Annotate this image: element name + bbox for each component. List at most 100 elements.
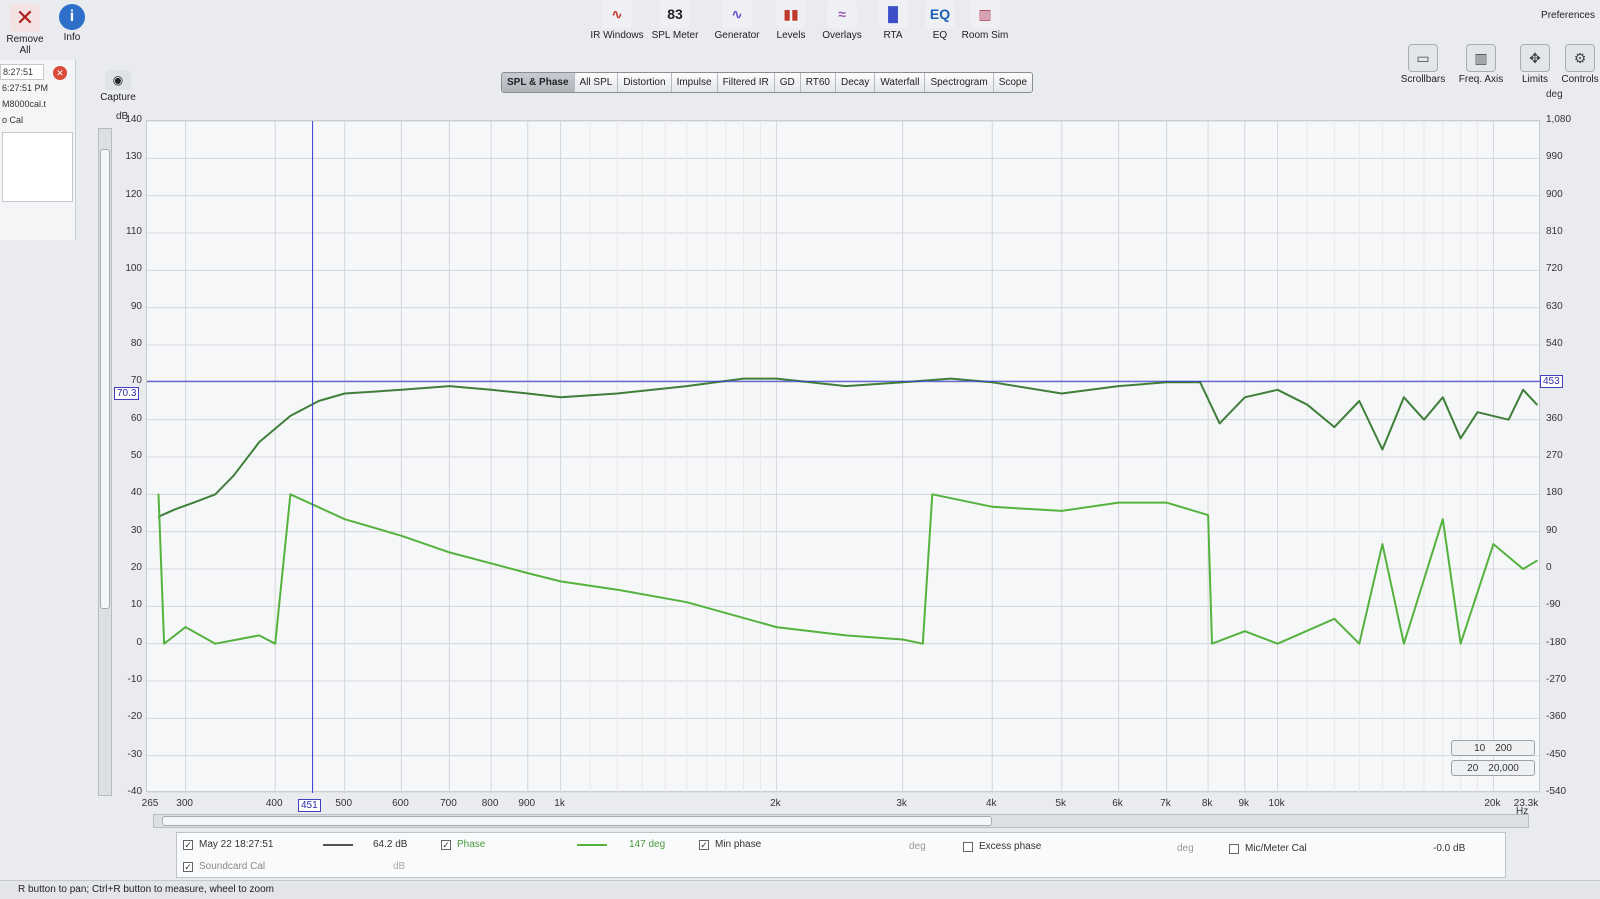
tab-decay[interactable]: Decay	[835, 73, 876, 92]
horizontal-scrollbar[interactable]	[153, 814, 1529, 828]
phase-point	[157, 493, 160, 496]
y2-tick-label: 180	[1546, 487, 1563, 499]
tab-filtered-ir[interactable]: Filtered IR	[717, 73, 775, 92]
spl-point	[214, 493, 217, 496]
legend-measurement[interactable]: ✓ May 22 18:27:51	[183, 839, 274, 850]
tab-all-spl[interactable]: All SPL	[574, 73, 619, 92]
capture-button[interactable]: ◉ Capture	[96, 70, 140, 103]
x-tick-label: 20k	[1484, 798, 1501, 809]
spl-meter-button[interactable]: 83 SPL Meter	[647, 0, 703, 41]
tab-impulse[interactable]: Impulse	[671, 73, 718, 92]
legend-soundcard-cal[interactable]: ✓ Soundcard Cal	[183, 861, 265, 872]
vertical-scrollbar[interactable]	[98, 128, 112, 796]
y-tick-label: 110	[126, 226, 142, 237]
checkbox-icon[interactable]	[963, 841, 973, 852]
scrollbars-label: Scrollbars	[1400, 74, 1446, 85]
cursor-db-readout: 70.3	[114, 387, 140, 400]
tab-spectrogram[interactable]: Spectrogram	[925, 73, 994, 92]
y-tick-label: 130	[125, 151, 142, 163]
limits-icon: ✥	[1520, 44, 1550, 72]
measurement-list[interactable]	[2, 132, 73, 202]
tab-waterfall[interactable]: Waterfall	[875, 73, 926, 92]
spl-point	[1476, 411, 1479, 414]
checkbox-icon[interactable]: ✓	[183, 839, 193, 850]
y2-tick-label: -90	[1546, 599, 1561, 611]
measurement-item[interactable]: M8000cal.t	[0, 96, 75, 112]
tab-spl-phase[interactable]: SPL & Phase	[502, 73, 575, 92]
y2-tick-label: 270	[1546, 450, 1563, 461]
legend-soundcard-label: Soundcard Cal	[199, 861, 266, 872]
controls-button[interactable]: ⚙ Controls	[1554, 44, 1600, 85]
phase-point	[1358, 642, 1361, 645]
camera-icon: ◉	[105, 70, 131, 90]
legend-min-phase-label: Min phase	[715, 839, 762, 850]
levels-button[interactable]: ▮▮ Levels	[763, 0, 819, 41]
spl-point	[1117, 385, 1120, 387]
spl-point	[289, 415, 292, 417]
checkbox-icon[interactable]	[1229, 843, 1239, 854]
ir-windows-label: IR Windows	[590, 30, 644, 41]
cursor-deg-readout: 453	[1540, 375, 1563, 388]
y2-tick-label: 1,080	[1546, 114, 1572, 125]
phase-line-swatch	[577, 844, 607, 846]
info-icon: i	[59, 4, 85, 30]
remove-all-button[interactable]: ✕ Remove All	[2, 4, 48, 56]
overlays-button[interactable]: ≈ Overlays	[814, 0, 870, 41]
spl-point	[1333, 426, 1336, 428]
measurement-panel: 8:27:51 6:27:51 PM M8000cal.t o Cal	[0, 60, 76, 240]
legend-mic-cal[interactable]: Mic/Meter Cal	[1229, 843, 1307, 854]
phase-point	[1403, 642, 1405, 645]
checkbox-icon[interactable]: ✓	[699, 839, 709, 850]
range-high: 200	[1495, 742, 1512, 754]
room-sim-button[interactable]: ▥ Room Sim	[957, 0, 1013, 41]
right-axis-unit: deg	[1546, 89, 1563, 100]
scrollbars-button[interactable]: ▭ Scrollbars	[1397, 44, 1449, 85]
legend-min-phase[interactable]: ✓ Min phase	[699, 839, 761, 850]
y-tick-label: -10	[127, 674, 142, 685]
levels-icon: ▮▮	[776, 0, 806, 28]
y-tick-label: 60	[130, 412, 142, 424]
y-tick-label: 70	[130, 375, 142, 387]
tab-scope[interactable]: Scope	[993, 73, 1033, 92]
checkbox-icon[interactable]: ✓	[441, 839, 451, 850]
range-high: 20,000	[1488, 762, 1519, 774]
measurement-item[interactable]: o Cal	[0, 112, 75, 128]
measurement-item[interactable]: 8:27:51	[0, 64, 44, 80]
tab-distortion[interactable]: Distortion	[618, 73, 672, 92]
legend-min-phase-unit: deg	[909, 841, 926, 852]
tab-rt60[interactable]: RT60	[800, 73, 836, 92]
info-button[interactable]: i Info	[54, 4, 90, 43]
spl-point	[343, 392, 346, 395]
spl-point	[1507, 418, 1510, 421]
x-tick-label: 9k	[1238, 798, 1250, 809]
y-tick-label: 140	[125, 114, 142, 125]
chart-canvas[interactable]	[147, 120, 1541, 794]
freq-axis-button[interactable]: ▥ Freq. Axis	[1455, 44, 1507, 85]
freq-axis-icon: ▥	[1466, 44, 1496, 72]
legend-phase[interactable]: ✓ Phase	[441, 839, 485, 850]
y2-tick-label: -270	[1546, 674, 1567, 685]
preferences-button[interactable]: Preferences	[1538, 10, 1598, 21]
x-tick-label: 600	[392, 798, 409, 809]
spl-point	[616, 392, 619, 395]
spl-point	[1459, 437, 1462, 440]
horizontal-scrollbar-thumb[interactable]	[162, 816, 992, 826]
range-button-2[interactable]: 20 20,000	[1451, 760, 1535, 776]
vertical-scrollbar-thumb[interactable]	[100, 149, 110, 609]
phase-point	[1492, 543, 1495, 545]
generator-button[interactable]: ∿ Generator	[709, 0, 765, 41]
tab-gd[interactable]: GD	[774, 73, 801, 92]
legend-excess-phase[interactable]: Excess phase	[963, 841, 1041, 852]
measurement-item[interactable]: 6:27:51 PM	[0, 80, 75, 96]
spl-phase-plot[interactable]	[146, 120, 1541, 794]
eq-icon: EQ	[925, 0, 955, 28]
y-tick-label: 0	[136, 636, 142, 648]
phase-point	[258, 634, 261, 637]
checkbox-icon[interactable]: ✓	[183, 861, 193, 872]
y2-tick-label: 990	[1546, 151, 1563, 163]
close-measurement-icon[interactable]: ✕	[53, 66, 67, 80]
cursor-freq-readout: 451	[298, 799, 321, 812]
ir-windows-button[interactable]: ∿ IR Windows	[589, 0, 645, 41]
info-label: Info	[63, 32, 81, 43]
range-button-1[interactable]: 10 200	[1451, 740, 1535, 756]
